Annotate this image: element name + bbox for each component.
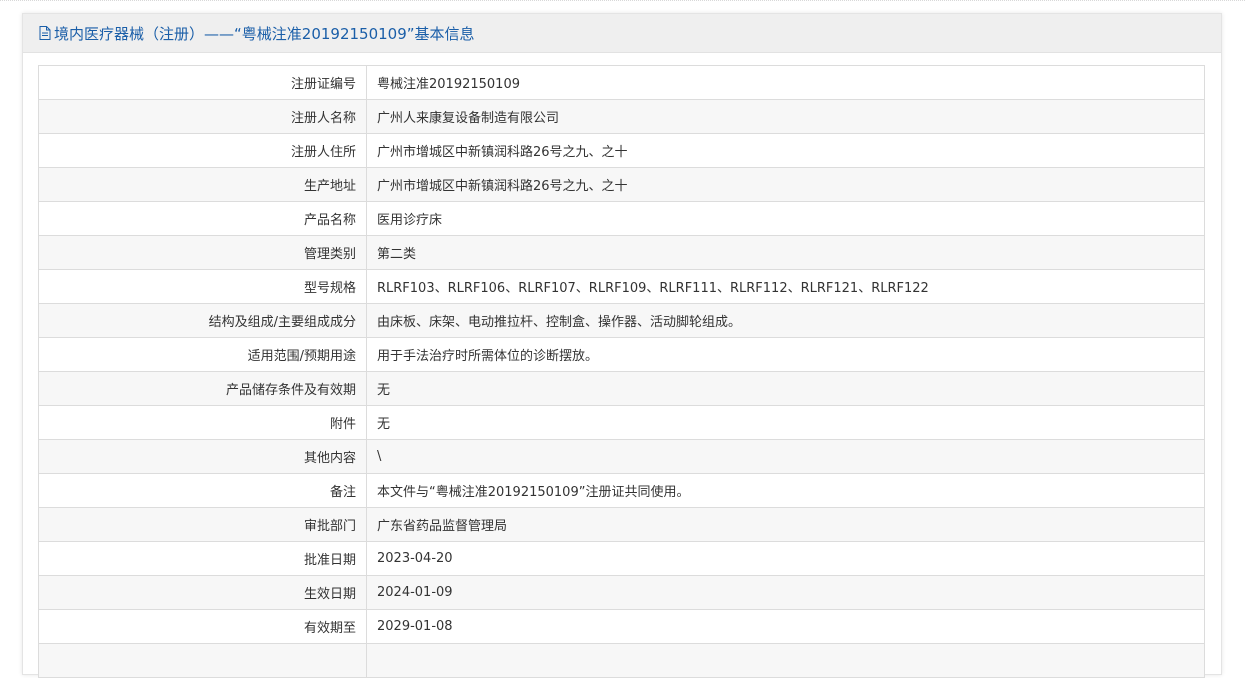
table-row: 产品储存条件及有效期无 [38, 371, 1205, 406]
table-row: 结构及组成/主要组成成分 由床板、床架、电动推拉杆、控制盒、操作器、活动脚轮组成。 [38, 303, 1205, 338]
field-label: 管理类别 [38, 235, 367, 270]
field-label: 其他内容 [38, 439, 367, 474]
field-label: 生产地址 [38, 167, 367, 202]
field-value: 广州市增城区中新镇润科路26号之九、之十 [366, 167, 1205, 202]
field-value: 广州人来康复设备制造有限公司 [366, 99, 1205, 134]
table-row [38, 643, 1205, 678]
field-label: 有效期至 [38, 609, 367, 644]
field-value: RLRF103、RLRF106、RLRF107、RLRF109、RLRF111、… [366, 269, 1205, 304]
table-row: 审批部门 广东省药品监督管理局 [38, 507, 1205, 542]
field-value: 用于手法治疗时所需体位的诊断摆放。 [366, 337, 1205, 372]
field-label: 注册证编号 [38, 65, 367, 100]
table-row: 其他内容 \ [38, 439, 1205, 474]
top-dotted-border [0, 0, 1245, 1]
field-label: 审批部门 [38, 507, 367, 542]
field-value: 本文件与“粤械注准20192150109”注册证共同使用。 [366, 473, 1205, 508]
field-value: 医用诊疗床 [366, 201, 1205, 236]
table-row: 注册证编号 粤械注准20192150109 [38, 65, 1205, 100]
page-title: 境内医疗器械（注册）——“粤械注准20192150109”基本信息 [54, 24, 475, 43]
field-label: 结构及组成/主要组成成分 [38, 303, 367, 338]
field-value: 广东省药品监督管理局 [366, 507, 1205, 542]
field-label: 附件 [38, 405, 367, 440]
field-label: 产品名称 [38, 201, 367, 236]
field-value: \ [366, 439, 1205, 474]
table-row: 附件无 [38, 405, 1205, 440]
field-label: 批准日期 [38, 541, 367, 576]
table-row: 管理类别 第二类 [38, 235, 1205, 270]
field-value: 2023-04-20 [366, 541, 1205, 576]
table-row: 生产地址 广州市增城区中新镇润科路26号之九、之十 [38, 167, 1205, 202]
field-value [366, 643, 1205, 678]
field-value: 2024-01-09 [366, 575, 1205, 610]
field-value: 广州市增城区中新镇润科路26号之九、之十 [366, 133, 1205, 168]
table-row: 有效期至 2029-01-08 [38, 609, 1205, 644]
table-row: 注册人名称 广州人来康复设备制造有限公司 [38, 99, 1205, 134]
field-value: 2029-01-08 [366, 609, 1205, 644]
document-icon [39, 26, 51, 40]
info-panel: 境内医疗器械（注册）——“粤械注准20192150109”基本信息 注册证编号粤… [22, 13, 1222, 678]
table-row: 注册人住所 广州市增城区中新镇润科路26号之九、之十 [38, 133, 1205, 168]
field-label: 注册人住所 [38, 133, 367, 168]
table-row: 产品名称 医用诊疗床 [38, 201, 1205, 236]
field-label: 备注 [38, 473, 367, 508]
field-label: 生效日期 [38, 575, 367, 610]
table-row: 适用范围/预期用途 用于手法治疗时所需体位的诊断摆放。 [38, 337, 1205, 372]
field-value: 无 [366, 371, 1205, 406]
field-value: 第二类 [366, 235, 1205, 270]
panel-header: 境内医疗器械（注册）——“粤械注准20192150109”基本信息 [23, 14, 1221, 53]
table-row: 型号规格 RLRF103、RLRF106、RLRF107、RLRF109、RLRF… [38, 269, 1205, 304]
table-row: 备注 本文件与“粤械注准20192150109”注册证共同使用。 [38, 473, 1205, 508]
table-row: 生效日期 2024-01-09 [38, 575, 1205, 610]
field-label: 产品储存条件及有效期 [38, 371, 367, 406]
info-table: 注册证编号 粤械注准20192150109 注册人名称 广州人来康复设备制造有限公司注… [38, 65, 1205, 678]
field-label: 型号规格 [38, 269, 367, 304]
field-label: 适用范围/预期用途 [38, 337, 367, 372]
field-value: 无 [366, 405, 1205, 440]
field-value: 由床板、床架、电动推拉杆、控制盒、操作器、活动脚轮组成。 [366, 303, 1205, 338]
table-row: 批准日期 2023-04-20 [38, 541, 1205, 576]
field-value: 粤械注准20192150109 [366, 65, 1205, 100]
field-label: 注册人名称 [38, 99, 367, 134]
field-label [38, 643, 367, 678]
